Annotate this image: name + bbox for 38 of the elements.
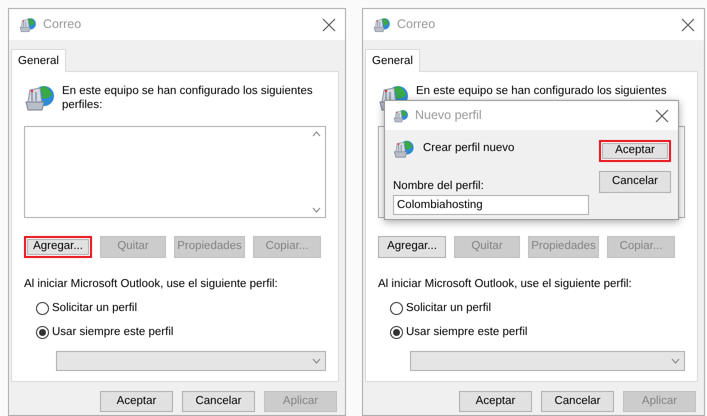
option-label: Usar siempre este perfil <box>406 325 528 340</box>
startup-label: Al iniciar Microsoft Outlook, use el siguiente perfil: <box>24 276 279 292</box>
mail-globe-icon <box>373 16 391 34</box>
dropdown-caret-icon <box>671 358 680 364</box>
startup-label: Al iniciar Microsoft Outlook, use el siguiente perfil: <box>378 276 633 292</box>
option-label: Solicitar un perfil <box>406 301 492 316</box>
mail-globe-icon <box>393 138 415 160</box>
tab[interactable]: General <box>365 49 420 72</box>
option-label: Solicitar un perfil <box>52 301 138 316</box>
popup-title: Nuevo perfil <box>415 107 483 124</box>
close-icon[interactable] <box>654 108 670 124</box>
tab[interactable]: General <box>11 49 66 72</box>
option-label: Usar siempre este perfil <box>52 325 174 340</box>
radio-button[interactable] <box>36 302 49 316</box>
close-icon[interactable] <box>680 16 696 32</box>
popup-message: Crear perfil nuevo <box>423 141 514 156</box>
heading-text: En este equipo se han configurado los siguientes perfiles: <box>62 84 314 112</box>
mail-globe-icon <box>19 16 37 34</box>
window-title: Correo <box>397 16 436 34</box>
dropdown-caret-icon <box>312 358 321 364</box>
radio-button[interactable] <box>390 326 403 340</box>
radio-button[interactable] <box>36 326 49 340</box>
dialog-button[interactable]: Cancelar <box>541 391 614 412</box>
dialog-button[interactable]: Aceptar <box>459 391 532 412</box>
dialog-button[interactable]: Cancelar <box>182 391 255 412</box>
profile-button[interactable]: Agregar... <box>24 236 92 258</box>
popup-button[interactable]: Cancelar <box>599 171 671 193</box>
radio-button[interactable] <box>390 302 403 316</box>
profile-button[interactable]: Agregar... <box>378 236 446 258</box>
profile-name-field[interactable]: Colombiahosting <box>393 195 589 216</box>
scroll-down-icon <box>312 206 321 213</box>
heading-text: En este equipo se han configurado los siguientes <box>416 84 668 98</box>
close-icon[interactable] <box>321 16 337 32</box>
window-title: Correo <box>43 16 82 34</box>
field-label: Nombre del perfil: <box>393 179 485 194</box>
dialog-button[interactable]: Aceptar <box>100 391 173 412</box>
scroll-up-icon <box>312 131 321 138</box>
popup-button[interactable]: Aceptar <box>599 140 671 162</box>
